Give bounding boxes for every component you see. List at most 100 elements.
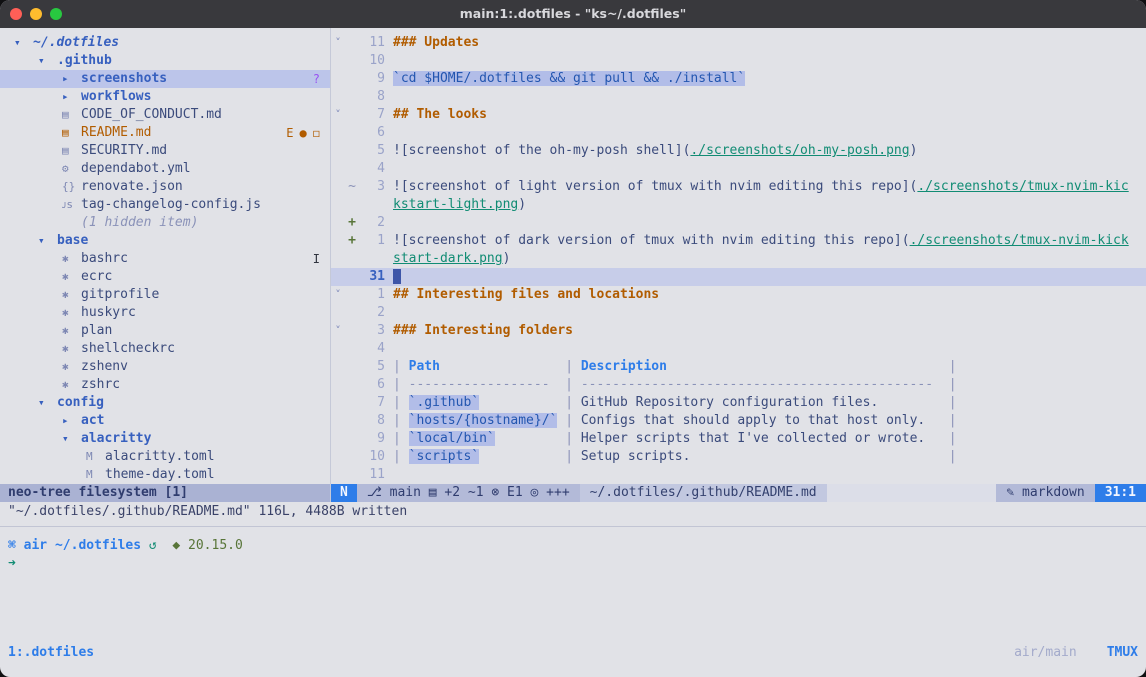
tree-item-readme-md[interactable]: ▤README.mdE●◻ <box>0 124 330 142</box>
fold-column <box>331 448 345 466</box>
tree-item-label: theme-day.toml <box>105 466 215 484</box>
fold-chevron-icon[interactable]: ˅ <box>331 286 345 304</box>
sign-column <box>345 124 359 142</box>
editor-line-25[interactable]: 11 <box>331 466 1146 484</box>
tree-item-renovate-json[interactable]: {}renovate.json <box>0 178 330 196</box>
tree-item-alacritty[interactable]: ▾alacritty <box>0 430 330 448</box>
editor-line-16[interactable]: 2 <box>331 304 1146 322</box>
tree-item-screenshots[interactable]: ▸screenshots? <box>0 70 330 88</box>
editor-line-11[interactable]: +2 <box>331 214 1146 232</box>
line-content <box>393 466 1146 484</box>
window-title: main:1:.dotfiles - "ks~/.dotfiles" <box>0 0 1146 28</box>
sign-column <box>345 394 359 412</box>
tree-item-github[interactable]: ▾.github <box>0 52 330 70</box>
editor-pane[interactable]: ˅11### Updates109`cd $HOME/.dotfiles && … <box>331 28 1146 502</box>
editor-line-23[interactable]: 9| `local/bin` | Helper scripts that I'v… <box>331 430 1146 448</box>
tree-item-theme-day-toml[interactable]: Mtheme-day.toml <box>0 466 330 484</box>
sign-column <box>345 430 359 448</box>
fold-chevron-icon[interactable]: ˅ <box>331 322 345 340</box>
editor-line-6[interactable]: 6 <box>331 124 1146 142</box>
zoom-button[interactable] <box>50 8 62 20</box>
tree-item-zshrc[interactable]: ✱zshrc <box>0 376 330 394</box>
editor-line-3[interactable]: 9`cd $HOME/.dotfiles && git pull && ./in… <box>331 70 1146 88</box>
line-content: ![screenshot of light version of tmux wi… <box>393 178 1146 196</box>
markdown-file-icon: ▤ <box>62 142 81 160</box>
folder-open-icon: ▾ <box>38 232 57 250</box>
line-number: 2 <box>359 214 385 232</box>
editor-line-18[interactable]: 4 <box>331 340 1146 358</box>
editor-line-1[interactable]: ˅11### Updates <box>331 34 1146 52</box>
fold-chevron-icon[interactable]: ˅ <box>331 34 345 52</box>
editor-line-19[interactable]: 5| Path | Description | <box>331 358 1146 376</box>
editor-line-10[interactable]: kstart-light.png) <box>331 196 1146 214</box>
line-number: 11 <box>359 466 385 484</box>
editor-line-14[interactable]: 31 <box>331 268 1146 286</box>
tmux-label: TMUX <box>1107 644 1138 662</box>
tree-item-act[interactable]: ▸act <box>0 412 330 430</box>
cursor <box>393 269 401 284</box>
editor-line-12[interactable]: +1![screenshot of dark version of tmux w… <box>331 232 1146 250</box>
modified-badge: ● <box>300 124 307 142</box>
editor-line-15[interactable]: ˅1## Interesting files and locations <box>331 286 1146 304</box>
tree-item-dotfiles[interactable]: ▾~/.dotfiles <box>0 34 330 52</box>
line-number: 9 <box>359 430 385 448</box>
cursor-position-segment: 31:1 <box>1095 484 1146 502</box>
shell-file-icon: ✱ <box>62 358 81 376</box>
tree-item-workflows[interactable]: ▸workflows <box>0 88 330 106</box>
tree-item-config[interactable]: ▾config <box>0 394 330 412</box>
editor-line-21[interactable]: 7| `.github` | GitHub Repository configu… <box>331 394 1146 412</box>
editor-line-4[interactable]: 8 <box>331 88 1146 106</box>
editor-line-17[interactable]: ˅3### Interesting folders <box>331 322 1146 340</box>
mode-indicator: N <box>331 484 357 502</box>
fold-column <box>331 466 345 484</box>
minimize-button[interactable] <box>30 8 42 20</box>
editor-line-13[interactable]: start-dark.png) <box>331 250 1146 268</box>
sign-column <box>345 250 359 268</box>
shell-pane[interactable]: ⌘ air ~/.dotfiles ↺ ◆ 20.15.0 ➜ <box>0 527 1146 643</box>
fold-column <box>331 70 345 88</box>
fold-chevron-icon[interactable]: ˅ <box>331 106 345 124</box>
tree-item-label: workflows <box>81 88 151 106</box>
shell-file-icon: ✱ <box>62 250 81 268</box>
tree-item-security-md[interactable]: ▤SECURITY.md <box>0 142 330 160</box>
tree-item-tag-changelog-config-js[interactable]: ᴊstag-changelog-config.js <box>0 196 330 214</box>
line-number: 1 <box>359 286 385 304</box>
shell-file-icon: ✱ <box>62 340 81 358</box>
traffic-lights <box>10 8 62 20</box>
fold-column <box>331 376 345 394</box>
editor-line-20[interactable]: 6| ------------------ | ----------------… <box>331 376 1146 394</box>
tree-item-gitprofile[interactable]: ✱gitprofile <box>0 286 330 304</box>
fold-column <box>331 52 345 70</box>
editor-line-7[interactable]: 5![screenshot of the oh-my-posh shell](.… <box>331 142 1146 160</box>
line-number <box>359 250 385 268</box>
tree-item-ecrc[interactable]: ✱ecrc <box>0 268 330 286</box>
editor-line-24[interactable]: 10| `scripts` | Setup scripts. | <box>331 448 1146 466</box>
line-number: 8 <box>359 412 385 430</box>
sign-column <box>345 358 359 376</box>
statusline: N ⎇ main ▤ +2 ~1 ⊗ E1 ◎ +++ ~/.dotfiles/… <box>331 484 1146 502</box>
tree-item-label: zshrc <box>81 376 120 394</box>
tree-item-dependabot-yml[interactable]: ⚙dependabot.yml <box>0 160 330 178</box>
tree-item-zshenv[interactable]: ✱zshenv <box>0 358 330 376</box>
terminal-content: ▾~/.dotfiles▾.github▸screenshots?▸workfl… <box>0 28 1146 677</box>
tree-item-1-hidden-item[interactable]: (1 hidden item) <box>0 214 330 232</box>
tree-item-bashrc[interactable]: ✱bashrcI <box>0 250 330 268</box>
tree-item-shellcheckrc[interactable]: ✱shellcheckrc <box>0 340 330 358</box>
close-button[interactable] <box>10 8 22 20</box>
tree-item-code-of-conduct-md[interactable]: ▤CODE_OF_CONDUCT.md <box>0 106 330 124</box>
line-content: start-dark.png) <box>393 250 1146 268</box>
tree-item-alacritty-toml[interactable]: Malacritty.toml <box>0 448 330 466</box>
line-content: kstart-light.png) <box>393 196 1146 214</box>
editor-line-2[interactable]: 10 <box>331 52 1146 70</box>
tree-item-huskyrc[interactable]: ✱huskyrc <box>0 304 330 322</box>
editor-line-22[interactable]: 8| `hosts/{hostname}/` | Configs that sh… <box>331 412 1146 430</box>
tmux-window-name[interactable]: 1:.dotfiles <box>8 644 94 662</box>
tree-item-base[interactable]: ▾base <box>0 232 330 250</box>
editor-line-9[interactable]: ~3![screenshot of light version of tmux … <box>331 178 1146 196</box>
sign-column <box>345 142 359 160</box>
neo-tree-panel[interactable]: ▾~/.dotfiles▾.github▸screenshots?▸workfl… <box>0 28 331 502</box>
folder-open-icon: ▾ <box>62 430 81 448</box>
tree-item-plan[interactable]: ✱plan <box>0 322 330 340</box>
editor-line-5[interactable]: ˅7## The looks <box>331 106 1146 124</box>
editor-line-8[interactable]: 4 <box>331 160 1146 178</box>
